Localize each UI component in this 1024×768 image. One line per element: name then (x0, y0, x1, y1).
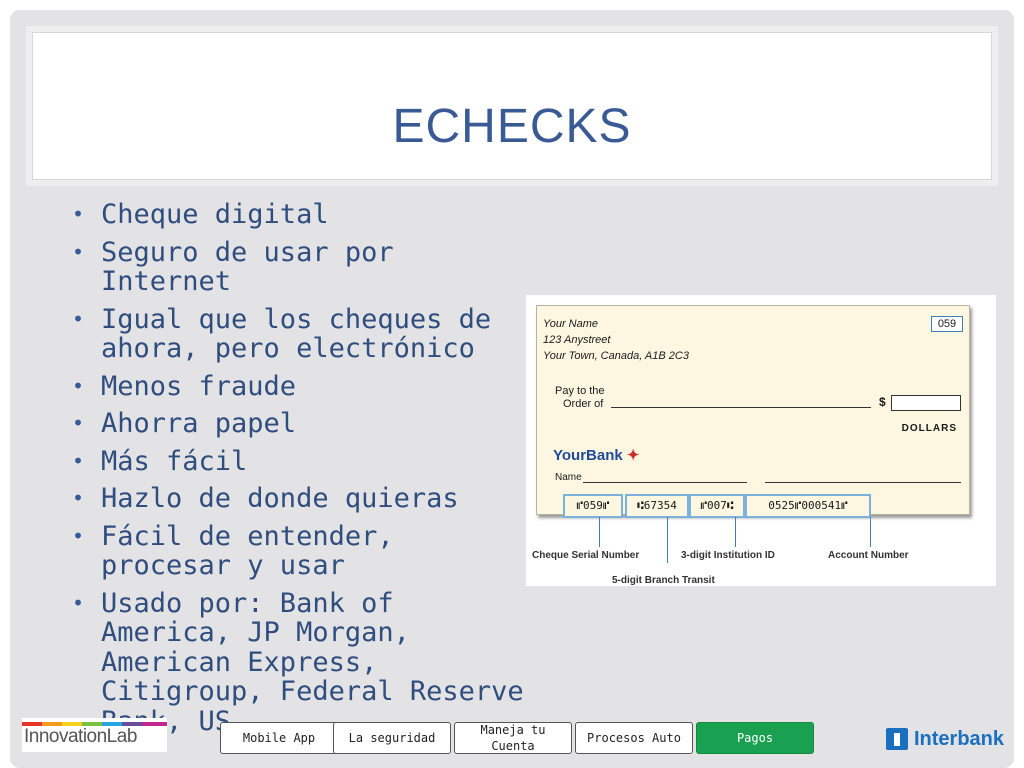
nav-mobile-app-button[interactable]: Mobile App (220, 722, 338, 754)
payee-line (611, 407, 871, 408)
institution-label: 3-digit Institution ID (681, 550, 775, 561)
bullet-dot-icon: • (72, 448, 85, 473)
bullet-dot-icon: • (72, 486, 85, 510)
bullet-dot-icon: • (72, 202, 85, 226)
branch-label: 5-digit Branch Transit (612, 575, 715, 586)
bullet-item: • Igual que los cheques de ahora, pero el… (72, 303, 492, 364)
amount-box (891, 395, 961, 411)
maple-leaf-icon: ✦ (626, 447, 640, 464)
bullet-item: • Cheque digital (72, 199, 329, 230)
nav-la-seguridad-button[interactable]: La seguridad (333, 722, 451, 754)
micr-serial: ⑈059⑈ (563, 494, 623, 518)
serial-label: Cheque Serial Number (532, 550, 640, 561)
check: Your Name 123 Anystreet Your Town, Canad… (536, 305, 970, 518)
bullet-item: • Usado por: Bank of America, JP Morgan, … (72, 587, 524, 737)
interbank-icon (886, 728, 908, 750)
bullet-dot-icon: • (72, 373, 85, 398)
account-label: Account Number (828, 550, 909, 561)
pay-to-label: Pay to the Order of (555, 385, 605, 410)
innovationlab-logo: InnovationLab (22, 718, 167, 752)
name-label: Name (555, 472, 582, 483)
bullet-dot-icon: • (72, 411, 85, 435)
check-image: Your Name 123 Anystreet Your Town, Canad… (526, 295, 996, 586)
institution-pointer (735, 517, 736, 547)
name-line (583, 482, 747, 483)
nav-maneja-tu-cuenta-button[interactable]: Maneja tu Cuenta (454, 722, 572, 754)
signature-line (765, 482, 961, 483)
micr-transit: ⑆67354 (625, 494, 689, 518)
dollars-label: DOLLARS (901, 423, 957, 434)
bullet-item: • Hazlo de donde quieras (72, 483, 459, 514)
slide: ECHECKS • Cheque digital • Seguro de usar … (10, 10, 1014, 768)
slide-title: ECHECKS (392, 100, 632, 153)
bullet-dot-icon: • (72, 239, 85, 264)
bank-logo: YourBank ✦ (553, 447, 640, 464)
bullet-item: • Seguro de usar por Internet (72, 236, 394, 297)
serial-pointer (599, 517, 600, 547)
micr-account: 0525⑈000541⑈ (745, 494, 871, 518)
bullet-dot-icon: • (72, 590, 85, 615)
bullet-item: • Menos fraude (72, 370, 297, 402)
nav-procesos-auto-button[interactable]: Procesos Auto (575, 722, 693, 754)
bullet-list: • Cheque digital • Seguro de usar por Inte… (70, 200, 530, 744)
account-pointer (870, 517, 871, 547)
dollar-sign: $ (879, 395, 886, 409)
check-address: Your Name 123 Anystreet Your Town, Canad… (543, 318, 689, 362)
title-box: ECHECKS (32, 32, 992, 180)
interbank-logo: Interbank (886, 728, 1008, 752)
bullet-dot-icon: • (72, 306, 85, 331)
nav-pagos-button[interactable]: Pagos (696, 722, 814, 754)
branch-pointer (667, 517, 668, 563)
check-number: 059 (931, 316, 963, 332)
bullet-item: • Fácil de entender, procesar y usar (72, 520, 394, 581)
bullet-item: • Ahorra papel (72, 408, 297, 439)
bullet-dot-icon: • (72, 523, 85, 548)
micr-institution: ⑈007⑆ (689, 494, 745, 518)
bullet-item: • Más fácil (72, 445, 248, 477)
